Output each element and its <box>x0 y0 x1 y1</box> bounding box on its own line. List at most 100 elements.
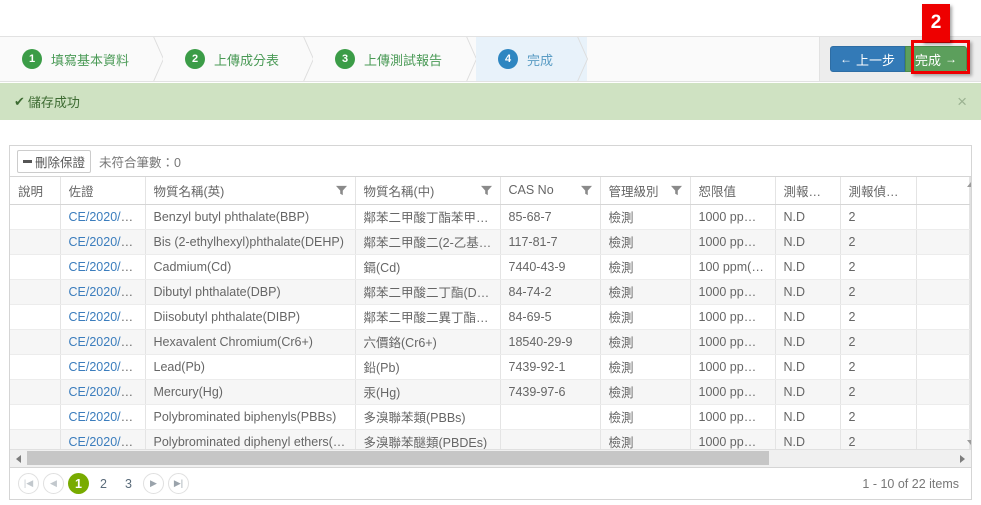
cell-limit: 100 ppm(m… <box>690 254 775 279</box>
vertical-scrollbar[interactable] <box>970 177 971 449</box>
cell-val: 2 <box>840 354 916 379</box>
stepper-step-4[interactable]: 4 完成 <box>476 37 587 81</box>
filter-icon[interactable] <box>475 185 492 196</box>
cell-proof[interactable]: CE/2020/0… <box>60 379 145 404</box>
cell-val: 2 <box>840 229 916 254</box>
table-row[interactable]: CE/2020/0…Dibutyl phthalate(DBP)鄰苯二甲酸二丁酯… <box>10 279 970 304</box>
proof-link[interactable]: CE/2020/0… <box>69 260 141 274</box>
table-row[interactable]: CE/2020/0…Lead(Pb)鉛(Pb)7439-92-1檢測1000 p… <box>10 354 970 379</box>
grid-body: 說明佐證 物質名稱(英)物質名稱(中) CAS No 管理級別恕限值 測報檢…測報偵測…… <box>10 177 971 467</box>
proof-link[interactable]: CE/2020/0… <box>69 435 141 449</box>
column-header-label: CAS No <box>509 183 554 197</box>
cell-zh: 鎘(Cd) <box>355 254 500 279</box>
proof-link[interactable]: CE/2020/0… <box>69 335 141 349</box>
scroll-right-icon[interactable] <box>954 450 971 467</box>
grid-toolbar: 刪除保證 未符合筆數：0 <box>10 146 971 177</box>
cell-val: 2 <box>840 379 916 404</box>
table-row[interactable]: CE/2020/0… Benzyl butyl phthalate(BBP)鄰苯二… <box>10 204 970 229</box>
table-row[interactable]: CE/2020/0…Hexavalent Chromium(Cr6+)六價鉻(C… <box>10 329 970 354</box>
cell-proof[interactable]: CE/2020/0… <box>60 279 145 304</box>
scroll-left-icon[interactable] <box>10 450 27 467</box>
cell-spacer <box>916 229 970 254</box>
cell-limit: 1000 ppm(… <box>690 304 775 329</box>
go-to-last-page-icon[interactable]: ▶| <box>168 473 189 494</box>
previous-step-button[interactable]: ← 上一步 <box>830 46 905 72</box>
column-header-label: 恕限值 <box>699 181 737 200</box>
page-number-1[interactable]: 1 <box>68 473 89 494</box>
proof-link[interactable]: CE/2020/0… <box>69 410 141 424</box>
table-row[interactable]: CE/2020/0…Bis (2-ethylhexyl)phthalate(DE… <box>10 229 970 254</box>
cell-cas: 7440-43-9 <box>500 254 600 279</box>
table-row[interactable]: CE/2020/0…Cadmium(Cd)鎘(Cd)7440-43-9檢測100… <box>10 254 970 279</box>
stepper-step-2[interactable]: 2上傳成分表 <box>163 37 313 81</box>
column-header-en[interactable]: 物質名稱(英) <box>145 177 355 204</box>
wizard-stepper: 1填寫基本資料2上傳成分表3上傳測試報告4完成 ← 上一步 完成 → <box>0 36 981 82</box>
cell-val: 2 <box>840 279 916 304</box>
table-row[interactable]: CE/2020/0…Diisobutyl phthalate(DIBP)鄰苯二甲… <box>10 304 970 329</box>
cell-cas: 84-69-5 <box>500 304 600 329</box>
proof-link[interactable]: CE/2020/0… <box>69 235 141 249</box>
proof-link[interactable]: CE/2020/0… <box>69 385 141 399</box>
horizontal-scrollbar-track[interactable] <box>27 450 954 467</box>
cell-zh: 汞(Hg) <box>355 379 500 404</box>
table-row[interactable]: CE/2020/0…Polybrominated diphenyl ethers… <box>10 429 970 449</box>
filter-icon[interactable] <box>575 185 592 196</box>
stepper-step-number: 4 <box>498 49 518 69</box>
stepper-step-label: 完成 <box>527 50 553 69</box>
stepper-step-3[interactable]: 3上傳測試報告 <box>313 37 476 81</box>
cell-en: Benzyl butyl phthalate(BBP) <box>145 204 355 229</box>
column-header-label: 佐證 <box>69 181 94 200</box>
stepper-step-1[interactable]: 1填寫基本資料 <box>0 37 163 81</box>
cell-proof[interactable]: CE/2020/0… <box>60 404 145 429</box>
cell-proof[interactable]: CE/2020/0… <box>60 304 145 329</box>
column-header-cas[interactable]: CAS No <box>500 177 600 204</box>
cell-proof[interactable]: CE/2020/0… <box>60 329 145 354</box>
column-header-limit[interactable]: 恕限值 <box>690 177 775 204</box>
unmatched-count-value: 0 <box>174 156 181 170</box>
proof-link[interactable]: CE/2020/0… <box>69 360 141 374</box>
column-header-proof[interactable]: 佐證 <box>60 177 145 204</box>
close-icon[interactable]: × <box>957 93 967 110</box>
cell-zh: 鄰苯二甲酸二異丁酯(D… <box>355 304 500 329</box>
table-row[interactable]: CE/2020/0…Mercury(Hg)汞(Hg)7439-97-6檢測100… <box>10 379 970 404</box>
page-number-3[interactable]: 3 <box>118 473 139 494</box>
cell-cas: 84-74-2 <box>500 279 600 304</box>
column-header-desc[interactable]: 說明 <box>10 177 60 204</box>
chevron-separator-icon <box>281 59 314 81</box>
delete-guarantee-button[interactable]: 刪除保證 <box>17 150 91 173</box>
cell-proof[interactable]: CE/2020/0… <box>60 354 145 379</box>
proof-link[interactable]: CE/2020/0… <box>69 210 141 224</box>
cell-val: 2 <box>840 204 916 229</box>
column-header-level[interactable]: 管理級別 <box>600 177 690 204</box>
cell-level: 檢測 <box>600 279 690 304</box>
next-page-icon[interactable]: ▶ <box>143 473 164 494</box>
page-number-2[interactable]: 2 <box>93 473 114 494</box>
proof-link[interactable]: CE/2020/0… <box>69 310 141 324</box>
cell-proof[interactable]: CE/2020/0… <box>60 229 145 254</box>
column-header-det[interactable]: 測報檢… <box>775 177 840 204</box>
go-to-first-page-icon[interactable]: |◀ <box>18 473 39 494</box>
cell-val: 2 <box>840 329 916 354</box>
filter-icon[interactable] <box>665 185 682 196</box>
cell-zh: 鉛(Pb) <box>355 354 500 379</box>
horizontal-scrollbar-thumb[interactable] <box>27 451 769 465</box>
cell-zh: 鄰苯二甲酸丁酯苯甲酯… <box>355 204 500 229</box>
cell-cas: 7439-97-6 <box>500 379 600 404</box>
filter-icon[interactable] <box>330 185 347 196</box>
cell-desc <box>10 379 60 404</box>
column-header-zh[interactable]: 物質名稱(中) <box>355 177 500 204</box>
cell-level: 檢測 <box>600 329 690 354</box>
cell-det: N.D <box>775 404 840 429</box>
previous-step-label: 上一步 <box>856 50 895 69</box>
cell-proof[interactable]: CE/2020/0… <box>60 254 145 279</box>
column-header-val[interactable]: 測報偵測… <box>840 177 916 204</box>
proof-link[interactable]: CE/2020/0… <box>69 285 141 299</box>
horizontal-scrollbar[interactable] <box>10 449 971 467</box>
cell-proof[interactable]: CE/2020/0… <box>60 429 145 449</box>
cell-cas: 7439-92-1 <box>500 354 600 379</box>
cell-proof[interactable]: CE/2020/0… <box>60 204 145 229</box>
previous-page-icon[interactable]: ◀ <box>43 473 64 494</box>
substance-grid-panel: 刪除保證 未符合筆數：0 說明佐證 物質名稱(英)物質名稱(中) CAS No 管理級… <box>9 145 972 500</box>
table-row[interactable]: CE/2020/0…Polybrominated biphenyls(PBBs)… <box>10 404 970 429</box>
cell-desc <box>10 304 60 329</box>
